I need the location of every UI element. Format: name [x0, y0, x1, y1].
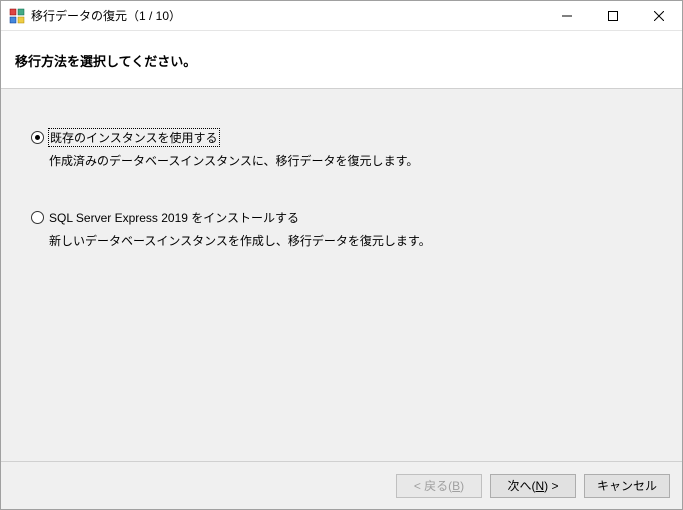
titlebar: 移行データの復元（1 / 10）: [1, 1, 682, 31]
wizard-header: 移行方法を選択してください。: [1, 31, 682, 88]
dialog-window: 移行データの復元（1 / 10） 移行方法を選択してください。 既存のインスタン…: [0, 0, 683, 510]
option-desc-install: 新しいデータベースインスタンスを作成し、移行データを復元します。: [49, 232, 652, 249]
cancel-button[interactable]: キャンセル: [584, 474, 670, 498]
radio-row-existing[interactable]: 既存のインスタンスを使用する: [31, 129, 652, 146]
close-button[interactable]: [636, 1, 682, 31]
minimize-button[interactable]: [544, 1, 590, 31]
radio-label-existing: 既存のインスタンスを使用する: [49, 129, 219, 146]
radio-row-install[interactable]: SQL Server Express 2019 をインストールする: [31, 209, 652, 226]
radio-icon: [31, 211, 44, 224]
app-icon: [9, 8, 25, 24]
radio-label-install: SQL Server Express 2019 をインストールする: [49, 209, 299, 226]
back-button: < 戻る(B): [396, 474, 482, 498]
window-title: 移行データの復元（1 / 10）: [31, 7, 181, 24]
option-desc-existing: 作成済みのデータベースインスタンスに、移行データを復元します。: [49, 152, 652, 169]
page-heading: 移行方法を選択してください。: [15, 51, 668, 70]
option-existing-instance: 既存のインスタンスを使用する 作成済みのデータベースインスタンスに、移行データを…: [31, 129, 652, 169]
maximize-button[interactable]: [590, 1, 636, 31]
wizard-footer: < 戻る(B) 次へ(N) > キャンセル: [1, 461, 682, 509]
next-button[interactable]: 次へ(N) >: [490, 474, 576, 498]
wizard-content: 既存のインスタンスを使用する 作成済みのデータベースインスタンスに、移行データを…: [1, 88, 682, 461]
option-install-sqlexpress: SQL Server Express 2019 をインストールする 新しいデータ…: [31, 209, 652, 249]
radio-icon: [31, 131, 44, 144]
